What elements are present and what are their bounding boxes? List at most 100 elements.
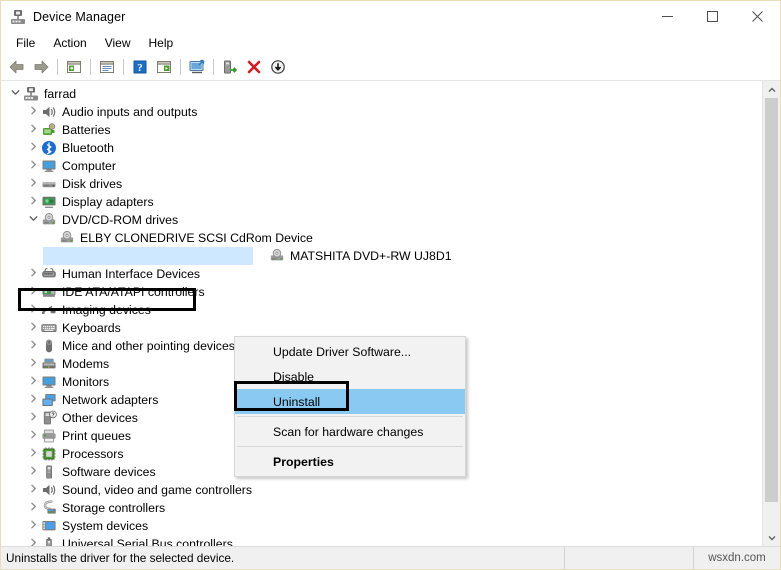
- tree-item[interactable]: Human Interface Devices: [1, 265, 762, 283]
- tree-item-label: IDE ATA/ATAPI controllers: [62, 285, 205, 299]
- tree-item[interactable]: Imaging devices: [1, 301, 762, 319]
- monitor-icon: [41, 374, 57, 390]
- tree-item-label: Network adapters: [62, 393, 159, 407]
- optical-drive-icon: [41, 212, 57, 228]
- chevron-down-icon[interactable]: [7, 85, 23, 103]
- chevron-right-icon[interactable]: [25, 301, 41, 319]
- chevron-right-icon[interactable]: [25, 355, 41, 373]
- chevron-right-icon[interactable]: [25, 499, 41, 517]
- tree-item[interactable]: IDE ATA/ATAPI controllers: [1, 283, 762, 301]
- chevron-right-icon[interactable]: [25, 121, 41, 139]
- menu-file[interactable]: File: [7, 34, 44, 53]
- printer-icon: [41, 428, 57, 444]
- menu-view[interactable]: View: [96, 34, 140, 53]
- device-manager-window: Device Manager File Action View Help ? f…: [0, 0, 781, 570]
- scroll-up-arrow[interactable]: [763, 81, 780, 98]
- chevron-right-icon[interactable]: [25, 193, 41, 211]
- chevron-right-icon[interactable]: [25, 409, 41, 427]
- speaker-icon: [41, 104, 57, 120]
- tree-item-label: ELBY CLONEDRIVE SCSI CdRom Device: [80, 231, 313, 245]
- chevron-right-icon[interactable]: [25, 391, 41, 409]
- context-menu[interactable]: Update Driver Software... Disable Uninstal…: [234, 336, 466, 477]
- context-menu-item[interactable]: Disable: [235, 364, 465, 389]
- context-menu-item[interactable]: Properties: [235, 449, 465, 474]
- show-hide-console-tree-icon[interactable]: [62, 56, 86, 78]
- chevron-right-icon[interactable]: [25, 337, 41, 355]
- chevron-right-icon[interactable]: [25, 463, 41, 481]
- chevron-right-icon[interactable]: [25, 445, 41, 463]
- enable-device-icon[interactable]: [218, 56, 242, 78]
- tree-item[interactable]: Disk drives: [1, 175, 762, 193]
- unknown-device-icon: ?: [41, 410, 57, 426]
- scrollbar-track[interactable]: [763, 98, 780, 529]
- scan-hardware-changes-icon[interactable]: [266, 56, 290, 78]
- tree-item[interactable]: Storage controllers: [1, 499, 762, 517]
- chevron-right-icon[interactable]: [25, 157, 41, 175]
- chevron-right-icon[interactable]: [25, 319, 41, 337]
- chevron-right-icon[interactable]: [25, 283, 41, 301]
- toolbar-separator: [213, 59, 214, 75]
- help-icon[interactable]: ?: [128, 56, 152, 78]
- close-button[interactable]: [735, 1, 780, 32]
- content-area: farrad Audio inputs and outputs Batteries B…: [1, 81, 780, 546]
- menu-help[interactable]: Help: [140, 34, 183, 53]
- view-devices-icon[interactable]: [152, 56, 176, 78]
- monitor-icon: [41, 158, 57, 174]
- tree-item[interactable]: MATSHITA DVD+-RW UJ8D1: [1, 247, 762, 265]
- chevron-right-icon[interactable]: [25, 517, 41, 535]
- status-message: Uninstalls the driver for the selected d…: [1, 547, 565, 569]
- toolbar-separator: [90, 59, 91, 75]
- optical-drive-icon: [269, 248, 285, 264]
- tree-item[interactable]: Universal Serial Bus controllers: [1, 535, 762, 546]
- tree-item[interactable]: Keyboards: [1, 319, 762, 337]
- minimize-button[interactable]: [645, 1, 690, 32]
- tree-item[interactable]: ELBY CLONEDRIVE SCSI CdRom Device: [1, 229, 762, 247]
- bluetooth-icon: [41, 140, 57, 156]
- tree-item-label: Print queues: [62, 429, 132, 443]
- scroll-down-arrow[interactable]: [763, 529, 780, 546]
- tree-item[interactable]: farrad: [1, 85, 762, 103]
- tree-item[interactable]: DVD/CD-ROM drives: [1, 211, 762, 229]
- context-menu-separator: [237, 416, 463, 417]
- chevron-right-icon[interactable]: [25, 535, 41, 546]
- tree-item-label: Modems: [62, 357, 110, 371]
- tree-item[interactable]: Bluetooth: [1, 139, 762, 157]
- chevron-right-icon[interactable]: [25, 139, 41, 157]
- chevron-right-icon[interactable]: [25, 427, 41, 445]
- system-device-icon: [41, 518, 57, 534]
- scrollbar-thumb[interactable]: [765, 98, 778, 502]
- uninstall-device-icon[interactable]: [242, 56, 266, 78]
- menu-action[interactable]: Action: [44, 34, 95, 53]
- tree-item-label: Display adapters: [62, 195, 154, 209]
- window-controls: [645, 1, 780, 32]
- context-menu-separator: [237, 446, 463, 447]
- chevron-right-icon[interactable]: [25, 265, 41, 283]
- status-bar: Uninstalls the driver for the selected d…: [1, 546, 780, 569]
- context-menu-item[interactable]: Update Driver Software...: [235, 339, 465, 364]
- toolbar-separator: [123, 59, 124, 75]
- chevron-right-icon[interactable]: [25, 103, 41, 121]
- tree-item[interactable]: Audio inputs and outputs: [1, 103, 762, 121]
- properties-icon[interactable]: [95, 56, 119, 78]
- back-icon[interactable]: [5, 56, 29, 78]
- tree-item[interactable]: System devices: [1, 517, 762, 535]
- chevron-right-icon[interactable]: [25, 175, 41, 193]
- chevron-right-icon[interactable]: [25, 373, 41, 391]
- vertical-scrollbar[interactable]: [762, 81, 780, 546]
- tree-item-label: Computer: [62, 159, 116, 173]
- context-menu-item[interactable]: Uninstall: [235, 389, 465, 414]
- chevron-down-icon[interactable]: [25, 211, 41, 229]
- tree-item-label: Imaging devices: [62, 303, 151, 317]
- tree-item[interactable]: Sound, video and game controllers: [1, 481, 762, 499]
- tree-item[interactable]: Computer: [1, 157, 762, 175]
- maximize-button[interactable]: [690, 1, 735, 32]
- tree-item-label: MATSHITA DVD+-RW UJ8D1: [290, 249, 452, 263]
- update-driver-icon[interactable]: [185, 56, 209, 78]
- tree-item-label: farrad: [44, 87, 77, 101]
- chevron-right-icon[interactable]: [25, 481, 41, 499]
- context-menu-item[interactable]: Scan for hardware changes: [235, 419, 465, 444]
- tree-item[interactable]: Display adapters: [1, 193, 762, 211]
- tree-item[interactable]: Batteries: [1, 121, 762, 139]
- forward-icon[interactable]: [29, 56, 53, 78]
- toolbar-separator: [57, 59, 58, 75]
